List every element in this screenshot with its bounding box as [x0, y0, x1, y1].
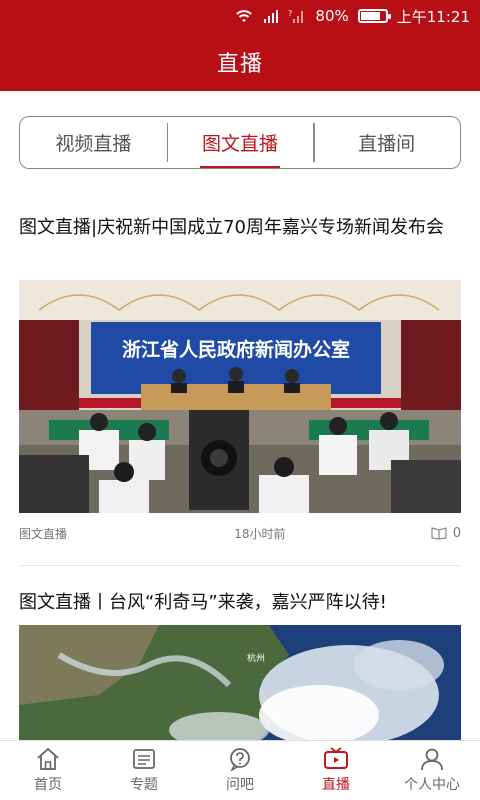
nav-profile-label: 个人中心 [404, 777, 460, 793]
home-icon [37, 747, 59, 770]
battery-percent: 80% [315, 7, 349, 25]
article-card[interactable]: 图文直播|庆祝新中国成立70周年嘉兴专场新闻发布会 浙江省人民政府新闻办公室 图… [19, 214, 461, 541]
banner-text: 浙江省人民政府新闻办公室 [122, 338, 350, 361]
tab-live-room[interactable]: 直播间 [313, 117, 460, 168]
satellite-map-image: 杭州 [19, 625, 461, 751]
user-icon [421, 748, 443, 771]
press-conference-image: 浙江省人民政府新闻办公室 [19, 280, 461, 513]
svg-text:?: ? [288, 9, 292, 18]
nav-topics[interactable]: 专题 [96, 741, 192, 800]
tab-video-live[interactable]: 视频直播 [20, 117, 167, 168]
status-bar: ? 80% 上午11:21 [0, 0, 480, 32]
clock: 上午11:21 [396, 7, 470, 26]
topic-icon [133, 749, 155, 769]
nav-profile[interactable]: 个人中心 [384, 741, 480, 800]
divider [19, 565, 461, 566]
app-header: ? 80% 上午11:21 直播 [0, 0, 480, 91]
tv-icon [324, 747, 348, 769]
book-icon [431, 527, 447, 540]
wifi-icon [234, 8, 254, 24]
article-meta: 图文直播 18小时前 0 [19, 523, 461, 543]
battery-icon [357, 9, 391, 23]
nav-home-label: 首页 [34, 777, 62, 793]
read-count: 0 [431, 526, 461, 541]
nav-live-label: 直播 [322, 777, 350, 793]
map-label: 杭州 [247, 652, 265, 664]
signal-icon [263, 8, 279, 24]
nav-questions-label: 问吧 [226, 777, 254, 793]
nav-live[interactable]: 直播 [288, 741, 384, 800]
article-image[interactable]: 杭州 [19, 625, 461, 751]
tab-text-live[interactable]: 图文直播 [166, 117, 314, 168]
question-icon [230, 748, 250, 771]
article-title[interactable]: 图文直播丨台风“利奇马”来袭，嘉兴严阵以待! [19, 589, 461, 617]
article-tag: 图文直播 [19, 526, 68, 541]
article-time: 18小时前 [234, 526, 286, 541]
nav-questions[interactable]: 问吧 [192, 741, 288, 800]
live-type-tabs: 视频直播 图文直播 直播间 [19, 116, 461, 169]
nav-topics-label: 专题 [130, 777, 158, 793]
article-image[interactable]: 浙江省人民政府新闻办公室 [19, 280, 461, 513]
signal-2-icon: ? [288, 8, 306, 24]
nav-home[interactable]: 首页 [0, 741, 96, 800]
article-card[interactable]: 图文直播丨台风“利奇马”来袭，嘉兴严阵以待! 杭州 [19, 589, 461, 751]
page-title: 直播 [216, 51, 263, 77]
bottom-nav: 首页 专题 问吧 直播 个人中心 [0, 740, 480, 800]
read-count-value: 0 [452, 525, 461, 541]
article-title[interactable]: 图文直播|庆祝新中国成立70周年嘉兴专场新闻发布会 [19, 214, 461, 242]
